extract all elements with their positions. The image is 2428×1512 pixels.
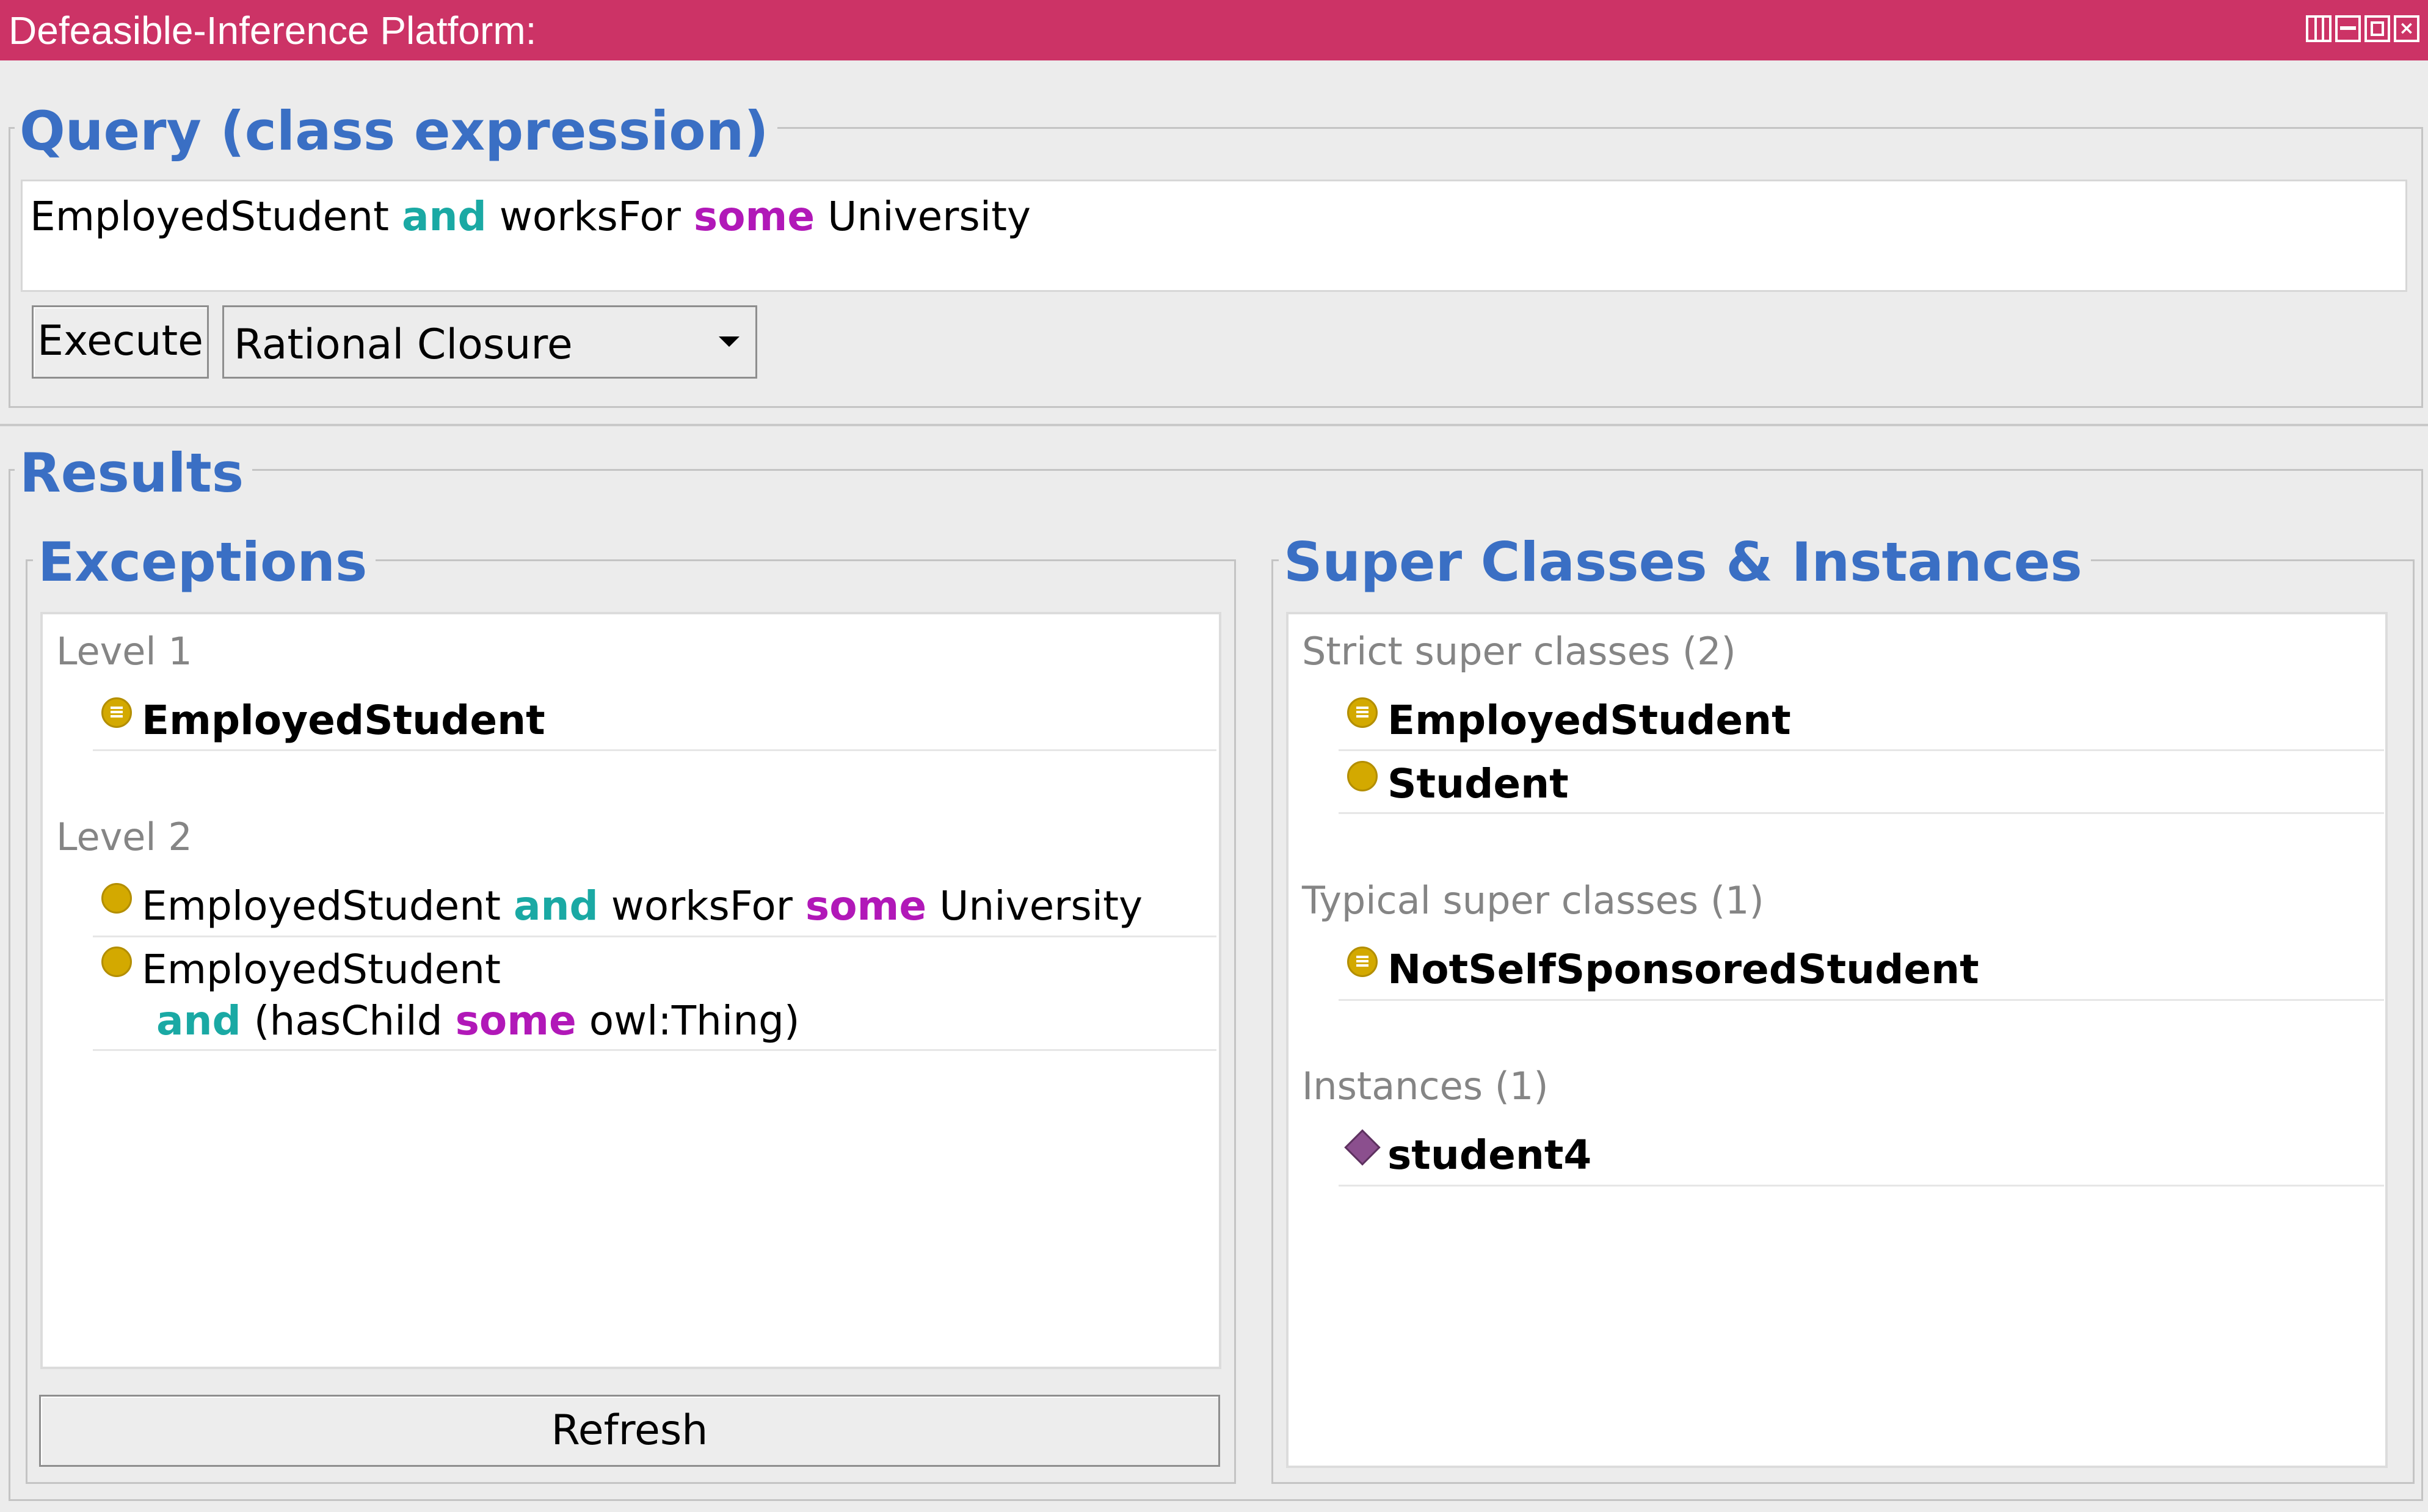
instances-header: Instances (1) [1302,1064,1549,1108]
query-input[interactable]: EmployedStudent and worksFor some Univer… [21,180,2407,292]
split-divider[interactable] [0,424,2428,426]
list-item[interactable]: NotSelfSponsoredStudent [1387,944,1979,995]
item-text: owl:Thing) [576,997,800,1044]
list-item[interactable]: student4 [1387,1130,1591,1181]
keyword-some: some [693,193,815,240]
reasoner-selected: Rational Closure [234,321,573,369]
window-controls: × [2306,15,2419,43]
superclasses-legend: Super Classes & Instances [1279,530,2091,595]
refresh-button[interactable]: Refresh [39,1395,1220,1467]
separator [1339,1185,2384,1187]
keyword-and: and [513,882,598,929]
level1-header: Level 1 [56,629,192,674]
window-title: Defeasible-Inference Platform: [9,9,537,53]
query-legend: Query (class expression) [15,99,777,164]
list-item[interactable]: EmployedStudent and worksFor some Univer… [142,881,1143,932]
separator [93,936,1216,937]
expression-token: worksFor [486,193,694,240]
separator [93,1049,1216,1051]
keyword-and: and [401,193,487,240]
item-text: EmployedStudent [142,882,514,929]
keyword-some: some [805,882,927,929]
results-legend: Results [15,441,253,506]
close-icon[interactable]: × [2394,15,2419,42]
defined-class-icon [1347,697,1378,728]
separator [93,749,1216,751]
maximize-icon[interactable] [2364,15,2390,42]
list-item[interactable]: EmployedStudent and (hasChild some owl:T… [142,944,800,1047]
refresh-label: Refresh [551,1406,708,1455]
execute-label: Execute [37,317,203,365]
level2-header: Level 2 [56,815,192,859]
keyword-and: and [156,997,241,1044]
class-icon [101,883,132,914]
chevron-down-icon [719,336,740,347]
minimize-icon[interactable] [2335,15,2361,42]
reasoner-select[interactable]: Rational Closure [222,305,757,379]
typical-header: Typical super classes (1) [1302,878,1764,923]
class-icon [1347,761,1378,791]
expression-token: University [815,193,1031,240]
expression-token: EmployedStudent [30,193,402,240]
list-item[interactable]: EmployedStudent [1387,695,1791,746]
item-text: University [926,882,1143,929]
list-item[interactable]: EmployedStudent [142,695,545,746]
separator [1339,749,2384,751]
defined-class-icon [1347,947,1378,977]
defined-class-icon [101,697,132,728]
item-text: EmployedStudent [142,946,501,993]
list-item[interactable]: Student [1387,758,1569,810]
separator [1339,812,2384,814]
class-icon [101,947,132,977]
item-text: worksFor [598,882,805,929]
strict-header: Strict super classes (2) [1302,629,1736,674]
exceptions-legend: Exceptions [33,530,376,595]
keyword-some: some [455,997,576,1044]
separator [1339,999,2384,1001]
title-bar: Defeasible-Inference Platform: × [0,0,2428,60]
item-text: (hasChild [241,997,456,1044]
query-expression: EmployedStudent and worksFor some Univer… [30,193,1031,240]
split-view-icon[interactable] [2306,15,2332,42]
execute-button[interactable]: Execute [32,305,209,379]
